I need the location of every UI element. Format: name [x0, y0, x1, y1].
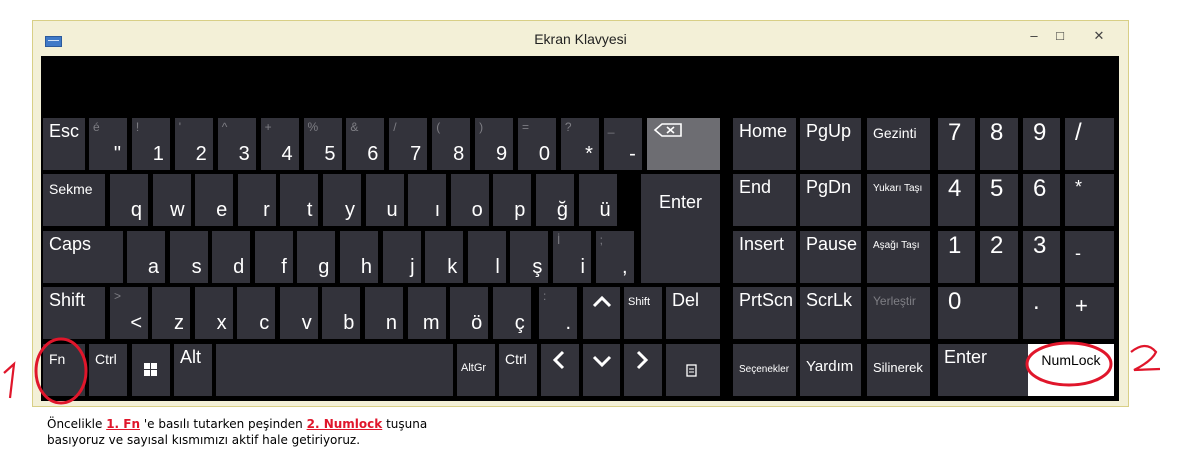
fn-highlight-circle [34, 337, 88, 405]
caption-step-fn: 1. Fn [106, 417, 141, 431]
annotation-number-1 [3, 361, 16, 399]
caption-text: 'e basılı tutarken peşinden [140, 417, 307, 431]
caption-step-numlock: 2. Numlock [306, 417, 383, 431]
caption-text: Öncelikle [47, 417, 107, 431]
annotation-overlay [3, 337, 1161, 405]
caption-text: tuşuna [382, 417, 428, 431]
numlock-highlight-circle [1025, 341, 1113, 387]
instruction-caption: Öncelikle 1. Fn 'e basılı tutarken peşin… [47, 416, 427, 448]
annotation-number-2 [1130, 344, 1161, 372]
caption-text-line2: basıyoruz ve sayısal kısmımızı aktif hal… [47, 433, 361, 447]
